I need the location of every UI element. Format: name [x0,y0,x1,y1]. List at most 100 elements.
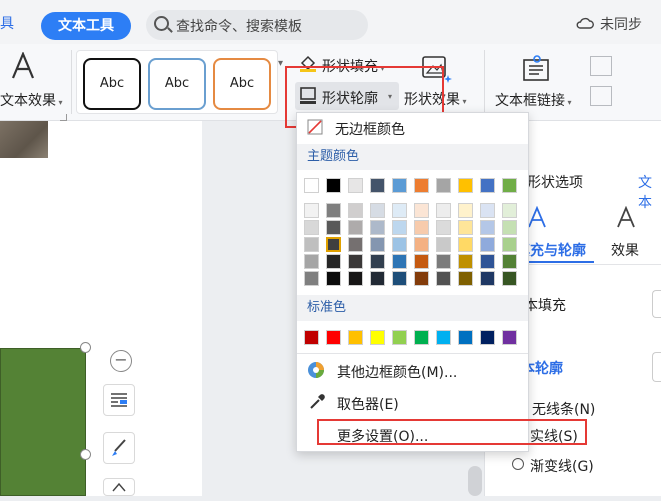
theme-shade-swatch[interactable] [436,254,451,269]
theme-shade-swatch[interactable] [436,203,451,218]
theme-shade-swatch[interactable] [392,237,407,252]
standard-color-swatch[interactable] [436,330,451,345]
standard-color-swatch[interactable] [480,330,495,345]
search-input[interactable]: 查找命令、搜索模板 [176,16,302,36]
theme-shade-swatch[interactable] [436,271,451,286]
theme-shade-swatch[interactable] [326,203,341,218]
theme-color-swatch[interactable] [370,178,385,193]
standard-color-swatch[interactable] [458,330,473,345]
theme-shade-swatch[interactable] [392,220,407,235]
theme-shade-swatch[interactable] [392,254,407,269]
text-outline-dropdown[interactable] [652,352,661,382]
theme-color-swatch[interactable] [326,178,341,193]
theme-shade-swatch[interactable] [326,254,341,269]
style-preset-black[interactable]: Abc [83,58,141,110]
search-box[interactable]: 查找命令、搜索模板 [146,10,368,40]
theme-shade-swatch[interactable] [458,271,473,286]
theme-shade-swatch[interactable] [480,254,495,269]
theme-shade-swatch[interactable] [480,220,495,235]
theme-shade-swatch[interactable] [370,220,385,235]
eyedropper-item[interactable]: 取色器(E) [297,394,528,414]
theme-shade-swatch[interactable] [414,254,429,269]
standard-color-swatch[interactable] [392,330,407,345]
theme-shade-swatch[interactable] [458,254,473,269]
theme-shade-swatch[interactable] [502,271,517,286]
theme-shade-swatch[interactable] [326,237,341,252]
theme-shade-swatch[interactable] [480,237,495,252]
theme-shade-swatch[interactable] [348,220,363,235]
theme-shade-swatch[interactable] [326,271,341,286]
theme-shade-swatch[interactable] [480,203,495,218]
fill-button[interactable] [103,478,135,496]
text-effect-button[interactable]: 文本效果 ▾ [0,90,63,110]
theme-color-swatch[interactable] [502,178,517,193]
link-backward-icon[interactable] [590,86,612,106]
resize-handle[interactable] [80,342,91,353]
standard-color-swatch[interactable] [502,330,517,345]
theme-shade-swatch[interactable] [304,271,319,286]
style-preset-orange[interactable]: Abc [213,58,271,110]
subtab-effects[interactable]: 效果 [611,240,639,260]
tab-text-tools[interactable]: 文本工具 [41,12,131,40]
theme-shade-swatch[interactable] [304,254,319,269]
theme-color-swatch[interactable] [436,178,451,193]
sync-status[interactable]: 未同步 [600,14,642,34]
theme-shade-swatch[interactable] [304,237,319,252]
theme-shade-swatch[interactable] [348,203,363,218]
theme-shade-swatch[interactable] [414,203,429,218]
theme-color-swatch[interactable] [392,178,407,193]
theme-color-swatch[interactable] [348,178,363,193]
theme-shade-swatch[interactable] [414,271,429,286]
theme-shade-swatch[interactable] [370,237,385,252]
gallery-more-icon[interactable]: ▾ [278,58,283,69]
style-preset-blue[interactable]: Abc [148,58,206,110]
theme-shade-swatch[interactable] [502,237,517,252]
scrollbar-thumb[interactable] [468,466,482,496]
standard-color-swatch[interactable] [326,330,341,345]
standard-color-swatch[interactable] [414,330,429,345]
text-fill-dropdown[interactable] [652,290,661,318]
theme-color-swatch[interactable] [304,178,319,193]
expand-corner-icon[interactable] [60,114,67,121]
theme-shade-swatch[interactable] [502,203,517,218]
theme-shade-swatch[interactable] [436,220,451,235]
resize-handle[interactable] [80,449,91,460]
theme-shade-swatch[interactable] [436,237,451,252]
theme-shade-swatch[interactable] [458,203,473,218]
theme-shade-swatch[interactable] [392,203,407,218]
theme-shade-swatch[interactable] [348,237,363,252]
theme-shade-swatch[interactable] [480,271,495,286]
gradient-line-radio[interactable] [512,458,524,470]
gradient-line-option[interactable]: 渐变线(G) [530,456,594,476]
theme-shade-swatch[interactable] [458,237,473,252]
theme-shade-swatch[interactable] [502,254,517,269]
theme-shade-swatch[interactable] [304,203,319,218]
theme-shade-swatch[interactable] [414,220,429,235]
standard-color-swatch[interactable] [304,330,319,345]
theme-shade-swatch[interactable] [348,254,363,269]
theme-shade-swatch[interactable] [502,220,517,235]
theme-shade-swatch[interactable] [370,271,385,286]
no-line-option[interactable]: 无线条(N) [532,399,595,419]
theme-color-swatch[interactable] [480,178,495,193]
theme-shade-swatch[interactable] [458,220,473,235]
standard-color-swatch[interactable] [370,330,385,345]
collapse-icon[interactable]: − [110,350,132,372]
no-border-color-item[interactable]: 无边框颜色 [297,119,528,139]
theme-color-swatch[interactable] [458,178,473,193]
brush-button[interactable] [103,432,135,464]
theme-shade-swatch[interactable] [370,254,385,269]
theme-shade-swatch[interactable] [326,220,341,235]
tab-shape-options[interactable]: 形状选项 [527,172,583,192]
link-forward-icon[interactable] [590,56,612,76]
theme-shade-swatch[interactable] [348,271,363,286]
tab-text-options[interactable]: 文本 [638,172,661,212]
theme-shade-swatch[interactable] [370,203,385,218]
textbox-link-button[interactable]: 文本框链接 ▾ [495,90,572,110]
selected-shape[interactable] [0,348,86,496]
theme-shade-swatch[interactable] [304,220,319,235]
theme-color-swatch[interactable] [414,178,429,193]
theme-shade-swatch[interactable] [414,237,429,252]
more-border-colors-item[interactable]: 其他边框颜色(M)... [297,362,528,382]
tab-partial[interactable]: 具 [0,13,14,33]
